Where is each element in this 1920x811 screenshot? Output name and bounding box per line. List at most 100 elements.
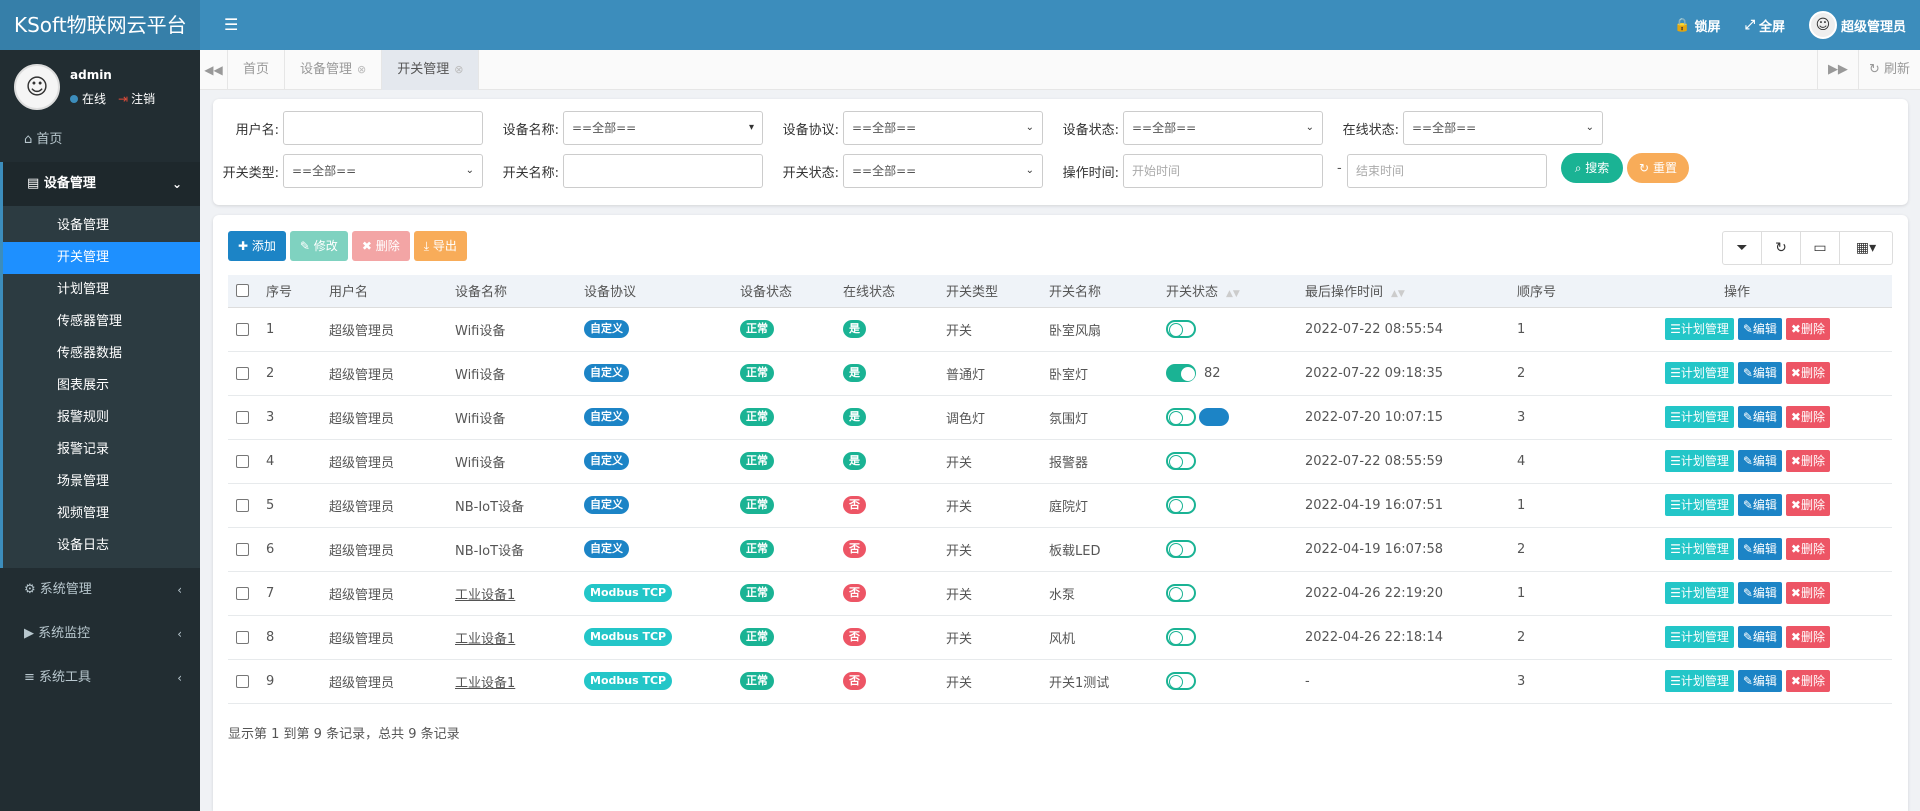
start-time-input[interactable]: 开始时间 [1123,154,1323,188]
export-button[interactable]: ⤓ 导出 [413,231,467,261]
edit-button[interactable]: ✎ 修改 [289,231,348,261]
swname-input[interactable] [563,154,763,188]
cell-device[interactable]: 工业设备1 [455,588,515,603]
plan-button[interactable]: ☰计划管理 [1665,626,1734,648]
row-checkbox[interactable] [236,586,249,600]
edit-row-button[interactable]: ✎编辑 [1737,494,1782,516]
tab-home[interactable]: 首页 [228,50,286,90]
table-row[interactable]: 6 超级管理员 NB-IoT设备 自定义 正常 否 开关 板载LED 2022-04-19 16… [228,527,1892,571]
delete-row-button[interactable]: ✖删除 [1785,626,1830,648]
edit-row-button[interactable]: ✎编辑 [1737,626,1782,648]
sidebar-item-home[interactable]: ⌂ 首页 [0,118,200,162]
row-checkbox[interactable] [236,322,249,336]
edit-row-button[interactable]: ✎编辑 [1737,670,1782,692]
logout-link[interactable]: ⇥ 注销 [118,90,155,107]
sidebar-item-system-tools[interactable]: ≡ 系统工具 ‹ [0,656,200,700]
refresh-icon[interactable]: ↻ [1762,232,1801,264]
add-button[interactable]: ✚ 添加 [228,231,286,261]
row-checkbox[interactable] [236,410,249,424]
switch-toggle[interactable] [1166,672,1196,690]
edit-row-button[interactable]: ✎编辑 [1737,406,1782,428]
delete-row-button[interactable]: ✖删除 [1785,450,1830,472]
col-switch-status[interactable]: 开关状态 ▲▼ [1158,275,1297,308]
switch-toggle[interactable] [1166,408,1196,426]
sidebar-subitem-sensor-data[interactable]: 传感器数据 [3,338,200,370]
menu-toggle-icon[interactable]: ☰ [224,15,238,34]
fullscreen-button[interactable]: ⤢ 全屏 [1745,16,1785,35]
tab-switch[interactable]: 开关管理 ⊗ [382,50,480,90]
table-row[interactable]: 8 超级管理员 工业设备1 Modbus TCP 正常 否 开关 风机 2022-04-26 2… [228,615,1892,659]
sidebar-subitem-device-log[interactable]: 设备日志 [3,530,200,562]
sidebar-subitem-scenes[interactable]: 场景管理 [3,466,200,498]
table-row[interactable]: 9 超级管理员 工业设备1 Modbus TCP 正常否开关 开关1测试 -3 ☰计划管理 ✎编… [228,659,1892,703]
edit-row-button[interactable]: ✎编辑 [1737,362,1782,384]
plan-button[interactable]: ☰计划管理 [1665,406,1734,428]
plan-button[interactable]: ☰计划管理 [1665,362,1734,384]
switch-toggle[interactable] [1166,496,1196,514]
sidebar-subitem-video[interactable]: 视频管理 [3,498,200,530]
sidebar-item-device-group[interactable]: ▤ 设备管理 ⌄ [0,162,200,206]
protocol-select[interactable]: ==全部== ⌄ [843,111,1043,145]
switch-toggle[interactable] [1166,452,1196,470]
delete-row-button[interactable]: ✖删除 [1785,670,1830,692]
sidebar-subitem-plan[interactable]: 计划管理 [3,274,200,306]
row-checkbox[interactable] [236,498,249,512]
refresh-button[interactable]: ↻ 刷新 [1857,50,1920,90]
tabs-scroll-left-icon[interactable]: ◀◀ [200,50,228,90]
plan-button[interactable]: ☰计划管理 [1665,538,1734,560]
delete-row-button[interactable]: ✖删除 [1785,406,1830,428]
lock-screen-button[interactable]: 🔒 锁屏 [1674,16,1720,35]
switch-toggle[interactable] [1166,540,1196,558]
delete-row-button[interactable]: ✖删除 [1785,318,1830,340]
sidebar-subitem-charts[interactable]: 图表展示 [3,370,200,402]
devstatus-select[interactable]: ==全部== ⌄ [1123,111,1323,145]
cell-device[interactable]: 工业设备1 [455,676,515,691]
sidebar-item-system-manage[interactable]: ⚙ 系统管理 ‹ [0,568,200,612]
delete-row-button[interactable]: ✖删除 [1785,494,1830,516]
username-input[interactable] [283,111,483,145]
swstatus-select[interactable]: ==全部== ⌄ [843,154,1043,188]
col-last-time[interactable]: 最后操作时间 ▲▼ [1297,275,1509,308]
close-icon[interactable]: ⊗ [357,63,366,76]
switch-toggle[interactable] [1166,320,1196,338]
delete-row-button[interactable]: ✖删除 [1785,582,1830,604]
row-checkbox[interactable] [236,454,249,468]
plan-button[interactable]: ☰计划管理 [1665,670,1734,692]
table-row[interactable]: 4 超级管理员 Wifi设备 自定义 正常 是 开关 报警器 2022-07-22 08:55:… [228,439,1892,483]
plan-button[interactable]: ☰计划管理 [1665,318,1734,340]
user-menu[interactable]: ☺ 超级管理员 [1808,11,1906,39]
reset-button[interactable]: ↻ 重置 [1627,153,1689,183]
online-select[interactable]: ==全部== ⌄ [1403,111,1603,145]
close-icon[interactable]: ⊗ [454,63,463,76]
table-row[interactable]: 3 超级管理员 Wifi设备 自定义 正常 是 调色灯 氛围灯 2022-07-20 10:07… [228,395,1892,439]
swtype-select[interactable]: ==全部== ⌄ [283,154,483,188]
row-checkbox[interactable] [236,674,249,688]
edit-row-button[interactable]: ✎编辑 [1737,450,1782,472]
color-pill[interactable] [1199,408,1229,426]
row-checkbox[interactable] [236,630,249,644]
sidebar-subitem-alarm-records[interactable]: 报警记录 [3,434,200,466]
cell-device[interactable]: 工业设备1 [455,632,515,647]
tab-device[interactable]: 设备管理 ⊗ [285,50,383,90]
table-row[interactable]: 7 超级管理员 工业设备1 Modbus TCP 正常 否 开关 水泵 2022-04-26 2… [228,571,1892,615]
devname-select[interactable]: ==全部== ▾ [563,111,763,145]
switch-toggle[interactable] [1166,628,1196,646]
row-checkbox[interactable] [236,542,249,556]
search-button[interactable]: ⌕ 搜索 [1561,153,1623,183]
edit-row-button[interactable]: ✎编辑 [1737,318,1782,340]
print-icon[interactable]: ▭ [1801,232,1840,264]
delete-row-button[interactable]: ✖删除 [1785,362,1830,384]
switch-toggle[interactable] [1166,364,1196,382]
delete-row-button[interactable]: ✖删除 [1785,538,1830,560]
plan-button[interactable]: ☰计划管理 [1665,450,1734,472]
delete-button[interactable]: ✖ 删除 [351,231,410,261]
sidebar-item-system-monitor[interactable]: ▶ 系统监控 ‹ [0,612,200,656]
table-row[interactable]: 5 超级管理员 NB-IoT设备 自定义 正常 否 开关 庭院灯 2022-04-19 16:0… [228,483,1892,527]
sidebar-subitem-device[interactable]: 设备管理 [3,210,200,242]
table-row[interactable]: 2 超级管理员 Wifi设备 自定义 正常 是 普通灯 卧室灯 82 2022-07-22 09:… [228,351,1892,395]
table-row[interactable]: 1 超级管理员 Wifi设备 自定义 正常 是 开关 卧室风扇 2022-07-22 08:55… [228,307,1892,351]
select-all-checkbox[interactable] [236,284,249,298]
row-checkbox[interactable] [236,366,249,380]
switch-toggle[interactable] [1166,584,1196,602]
sidebar-subitem-switch[interactable]: 开关管理 [3,242,200,274]
